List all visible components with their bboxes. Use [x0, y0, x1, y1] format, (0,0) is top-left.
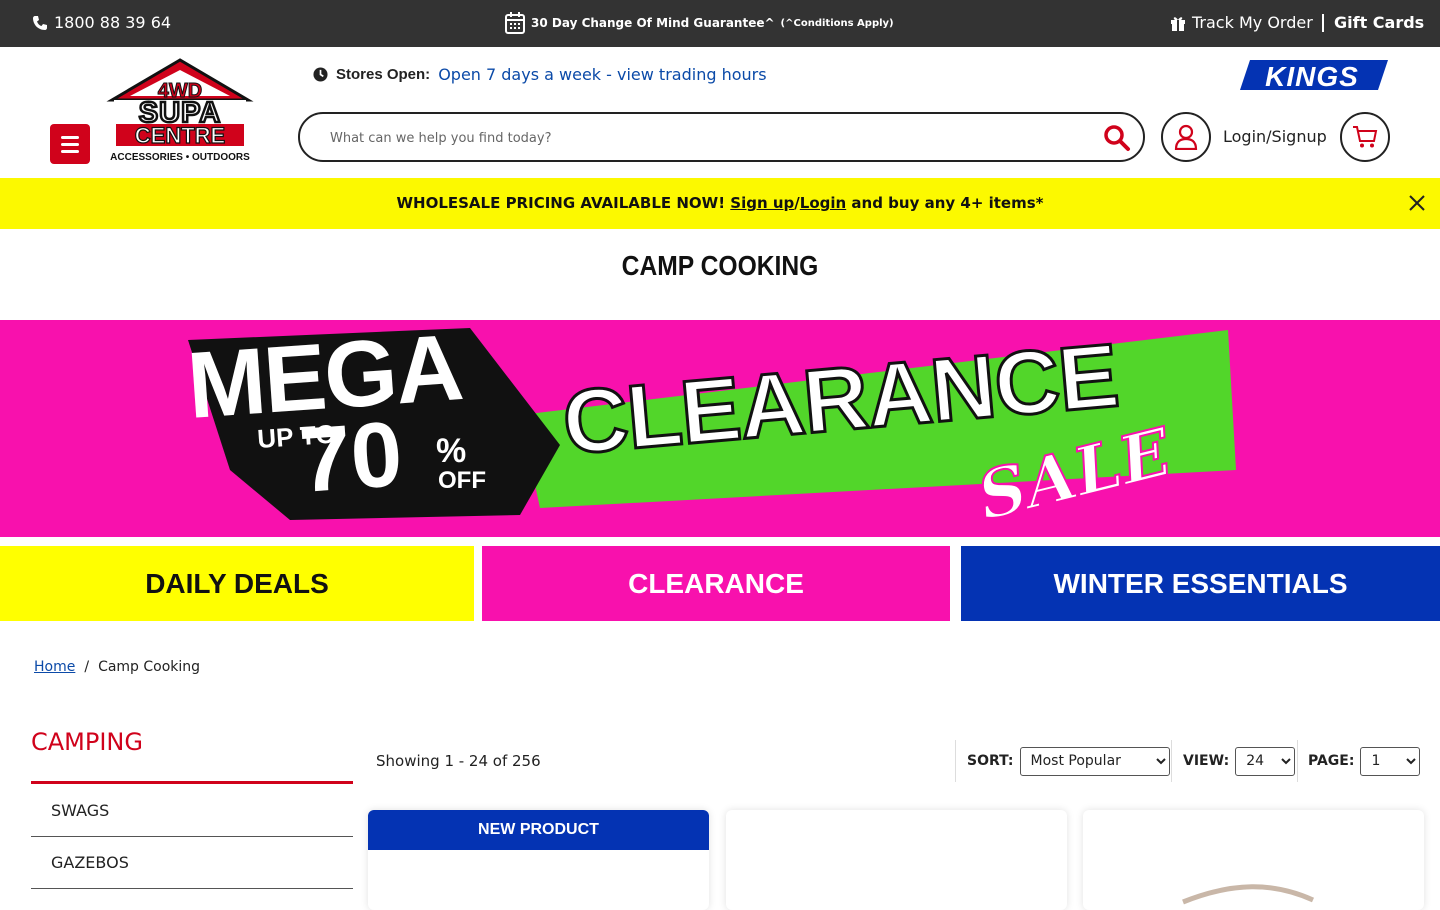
breadcrumb-home[interactable]: Home	[34, 659, 75, 675]
clock-icon	[313, 67, 328, 82]
kings-brand-logo[interactable]: KINGS	[1240, 58, 1388, 92]
guarantee-conditions: (^Conditions Apply)	[780, 17, 894, 29]
promo-text-after: and buy any 4+ items*	[846, 194, 1044, 212]
product-card[interactable]	[726, 810, 1067, 910]
kings-logo-text: KINGS	[1265, 61, 1359, 92]
wholesale-promo-banner: WHOLESALE PRICING AVAILABLE NOW! Sign up…	[0, 178, 1440, 229]
page-title: CAMP COOKING	[621, 250, 819, 281]
phone-number: 1800 88 39 64	[54, 13, 172, 32]
cart-icon	[1353, 126, 1378, 148]
control-divider	[1171, 740, 1172, 782]
results-count: Showing 1 - 24 of 256	[376, 752, 541, 770]
clearance-tile[interactable]: CLEARANCE	[482, 546, 950, 621]
stores-open-label: Stores Open:	[336, 66, 431, 83]
sidebar-item-gazebos[interactable]: GAZEBOS	[31, 837, 353, 889]
view-control: VIEW: 24	[1183, 740, 1296, 782]
gift-cards-link[interactable]: Gift Cards	[1334, 13, 1424, 32]
guarantee-text: 30 Day Change Of Mind Guarantee^	[531, 16, 775, 30]
sort-label: SORT:	[967, 753, 1014, 769]
page-select[interactable]: 1	[1360, 746, 1421, 776]
new-product-badge: NEW PRODUCT	[368, 810, 709, 850]
hero-percent: 70	[296, 403, 405, 512]
menu-button[interactable]	[50, 124, 90, 164]
winter-essentials-tile[interactable]: WINTER ESSENTIALS	[961, 546, 1440, 621]
product-image	[368, 850, 709, 910]
breadcrumb: Home / Camp Cooking	[34, 659, 200, 675]
cart-button[interactable]	[1340, 112, 1390, 162]
top-bar: 1800 88 39 64 30 Day Change Of Mind Guar…	[0, 0, 1440, 47]
logo-line-3: CENTRE	[135, 123, 225, 148]
daily-deals-tile[interactable]: DAILY DEALS	[0, 546, 474, 621]
control-divider	[955, 740, 956, 782]
view-select[interactable]: 24	[1235, 746, 1296, 776]
login-signup-link[interactable]: Login/Signup	[1223, 127, 1327, 146]
track-order-label: Track My Order	[1192, 13, 1313, 32]
view-label: VIEW:	[1183, 753, 1230, 769]
trading-hours-link[interactable]: Open 7 days a week - view trading hours	[438, 65, 766, 84]
search-icon[interactable]	[1103, 124, 1131, 152]
menu-icon-bar	[61, 149, 79, 153]
sidebar-item-swags[interactable]: SWAGS	[31, 785, 353, 837]
breadcrumb-separator: /	[84, 659, 90, 675]
phone-link[interactable]: 1800 88 39 64	[32, 13, 171, 32]
breadcrumb-current: Camp Cooking	[98, 659, 201, 675]
gift-icon	[1171, 16, 1185, 31]
page-control: PAGE: 1	[1308, 740, 1421, 782]
product-card[interactable]	[1083, 810, 1424, 910]
hero-off: OFF	[438, 467, 486, 494]
store-hours: Stores Open: Open 7 days a week - view t…	[313, 65, 767, 84]
menu-icon	[61, 135, 79, 139]
promo-login-link[interactable]: Login	[800, 194, 846, 212]
sort-select[interactable]: Most Popular	[1019, 746, 1170, 776]
track-order-link[interactable]: Track My Order	[1170, 13, 1313, 32]
promo-signup-link[interactable]: Sign up	[730, 194, 794, 212]
user-icon	[1174, 124, 1198, 150]
store-logo[interactable]: 4WD SUPA CENTRE ACCESSORIES • OUTDOORS	[106, 58, 254, 166]
guarantee-notice[interactable]: 30 Day Change Of Mind Guarantee^ (^Condit…	[505, 12, 894, 34]
search-input[interactable]	[330, 126, 1090, 150]
product-card[interactable]: NEW PRODUCT	[368, 810, 709, 910]
search-bar	[298, 112, 1145, 162]
topbar-divider	[1322, 14, 1324, 32]
control-divider	[1297, 740, 1298, 782]
sort-control: SORT: Most Popular	[967, 740, 1170, 782]
product-image	[1182, 884, 1315, 905]
promo-text: WHOLESALE PRICING AVAILABLE NOW!	[396, 194, 731, 212]
sidebar-title[interactable]: CAMPING	[31, 728, 143, 756]
account-button[interactable]	[1161, 112, 1211, 162]
hero-percent-sign: %	[436, 432, 466, 470]
phone-icon	[33, 15, 47, 30]
page-label: PAGE:	[1308, 753, 1355, 769]
calendar-icon	[505, 12, 525, 34]
logo-tagline: ACCESSORIES • OUTDOORS	[110, 152, 250, 163]
close-icon[interactable]	[1408, 194, 1426, 212]
menu-icon-bar	[61, 142, 79, 146]
sidebar-divider	[31, 781, 353, 784]
mega-clearance-banner[interactable]: MEGA UP TO 70 % OFF CLEARANCE SALE	[0, 320, 1440, 537]
